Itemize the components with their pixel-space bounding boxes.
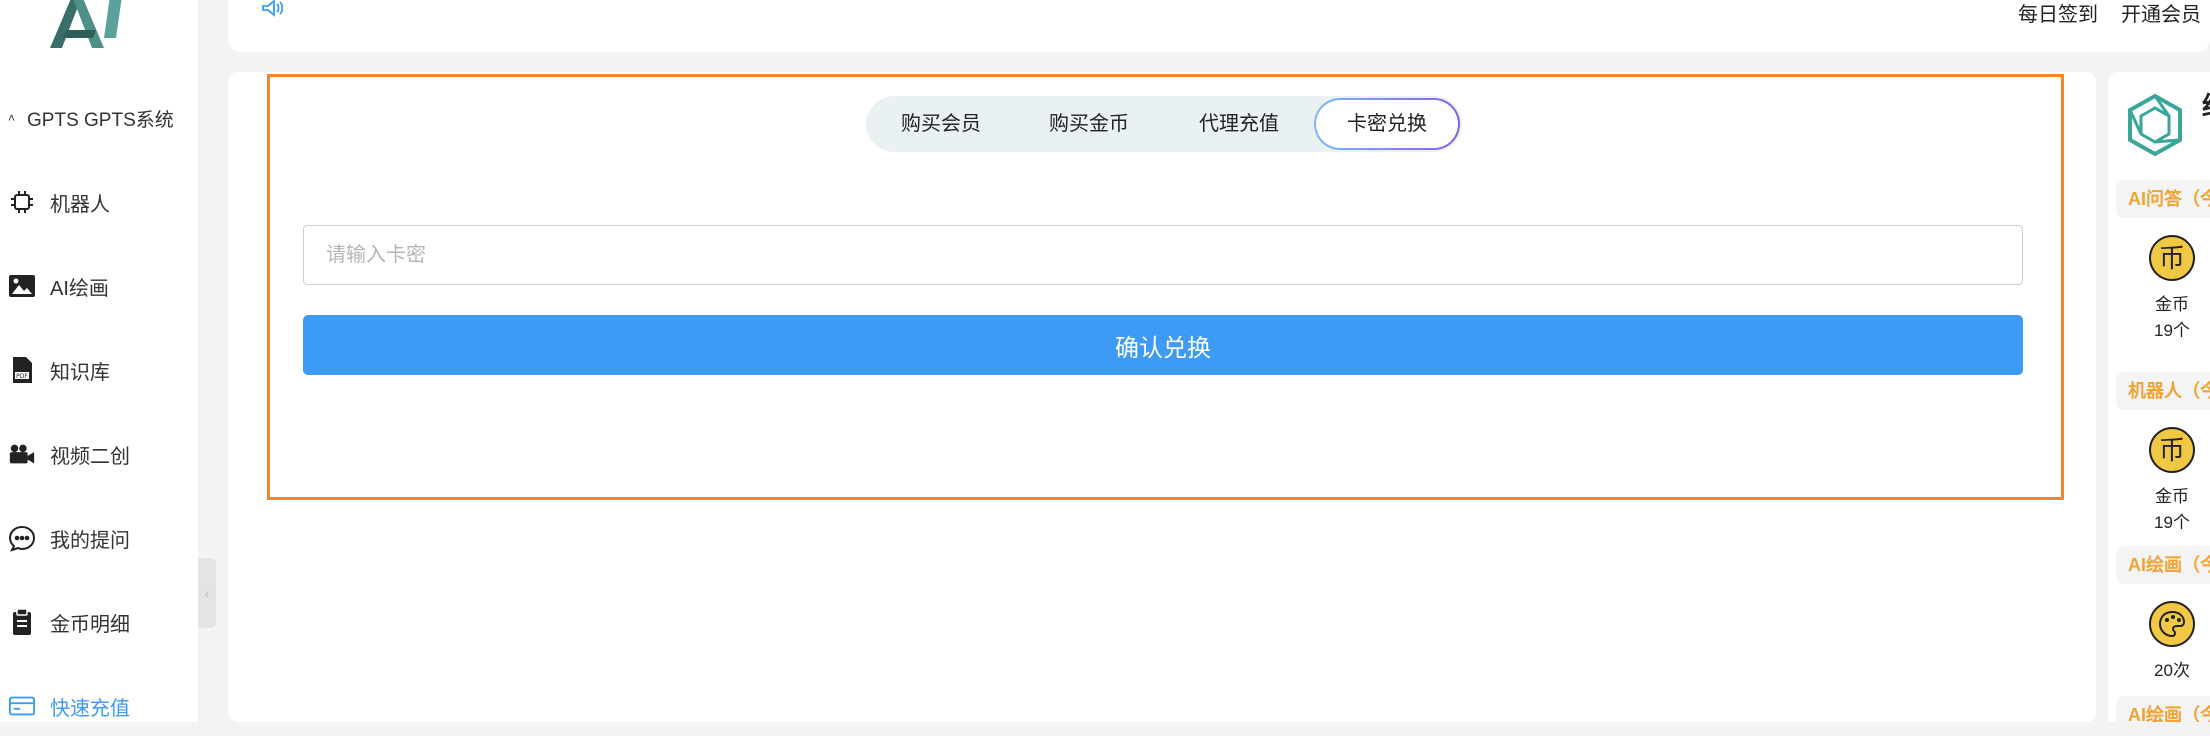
daily-checkin-link[interactable]: 每日签到 (2018, 0, 2098, 27)
recharge-tabs: 购买会员 购买金币 代理充值 卡密兑换 (866, 96, 1462, 152)
sidebar-item-knowledge-base[interactable]: PDF 知识库 (0, 340, 198, 400)
sidebar-item-quick-recharge[interactable]: 快速充值 (0, 676, 198, 736)
sidebar-item-label: 视频二创 (50, 445, 130, 468)
sidebar-item-ai-drawing[interactable]: AI绘画 (0, 256, 198, 316)
svg-text:币: 币 (2159, 436, 2185, 466)
sidebar-item-label: AI绘画 (50, 277, 109, 300)
tab-card-redeem[interactable]: 卡密兑换 (1314, 98, 1460, 150)
chat-bubble-icon (8, 524, 36, 552)
speaker-icon[interactable] (260, 0, 286, 22)
sidebar-item-robot[interactable]: 机器人 (0, 172, 198, 232)
sidebar-item-video[interactable]: 视频二创 (0, 424, 198, 484)
tab-buy-coins[interactable]: 购买金币 (1046, 98, 1132, 150)
chevron-up-icon: ˄ (8, 111, 16, 125)
image-icon (8, 272, 36, 300)
sidebar-item-label: 知识库 (50, 361, 110, 384)
confirm-redeem-button[interactable]: 确认兑换 (303, 315, 2023, 375)
quota-section-title: AI绘画（今 (2116, 546, 2210, 584)
clipboard-icon (8, 608, 36, 636)
sidebar-item-label: GPTS GPTS系统 (27, 109, 174, 131)
membership-link[interactable]: 开通会员 (2121, 0, 2201, 27)
sidebar-item-label: 机器人 (50, 193, 110, 216)
sidebar-item-label: 金币明细 (50, 613, 130, 636)
quota-count: 19个 (2154, 513, 2190, 532)
coin-icon: 币 (2149, 427, 2195, 473)
tab-agent-recharge[interactable]: 代理充值 (1196, 98, 1282, 150)
gpt-logo-icon (2128, 93, 2182, 157)
right-panel: 结 AI问答（今 币 金币 19个 机器人（今 币 金币 19个 AI绘画（今 … (2108, 72, 2210, 722)
top-header: 每日签到 开通会员 (228, 0, 2210, 52)
svg-text:PDF: PDF (16, 373, 28, 380)
svg-text:币: 币 (2159, 244, 2185, 274)
sidebar-item-gpts[interactable]: ˄ GPTS GPTS系统 (0, 88, 198, 148)
chip-icon (8, 188, 36, 216)
quota-section-title: 机器人（今 (2116, 372, 2210, 410)
coin-icon: 币 (2149, 235, 2195, 281)
quota-section-title: AI问答（今 (2116, 180, 2210, 218)
video-camera-icon (8, 440, 36, 468)
sidebar-collapse-handle[interactable]: ‹ (198, 558, 216, 628)
sidebar-item-my-questions[interactable]: 我的提问 (0, 508, 198, 568)
sidebar-item-coin-details[interactable]: 金币明细 (0, 592, 198, 652)
user-name: 结 (2202, 86, 2210, 123)
sidebar: ˄ GPTS GPTS系统 机器人 AI绘画 PDF 知识库 视频二创 我的提问… (0, 0, 198, 722)
quota-unit-label: 金币 (2155, 295, 2189, 314)
card-key-input[interactable] (303, 225, 2023, 285)
palette-icon (2149, 601, 2195, 647)
ai-logo (50, 0, 122, 48)
sidebar-item-label: 我的提问 (50, 529, 130, 552)
chevron-left-icon: ‹ (204, 585, 210, 601)
quota-section-title: AI绘画（今 (2116, 696, 2210, 722)
credit-card-icon (8, 692, 36, 720)
pdf-file-icon: PDF (8, 356, 36, 384)
sidebar-item-label: 快速充值 (50, 697, 130, 720)
quota-count: 19个 (2154, 321, 2190, 340)
quota-count: 20次 (2154, 661, 2190, 680)
tab-buy-membership[interactable]: 购买会员 (898, 98, 984, 150)
quota-unit-label: 金币 (2155, 487, 2189, 506)
